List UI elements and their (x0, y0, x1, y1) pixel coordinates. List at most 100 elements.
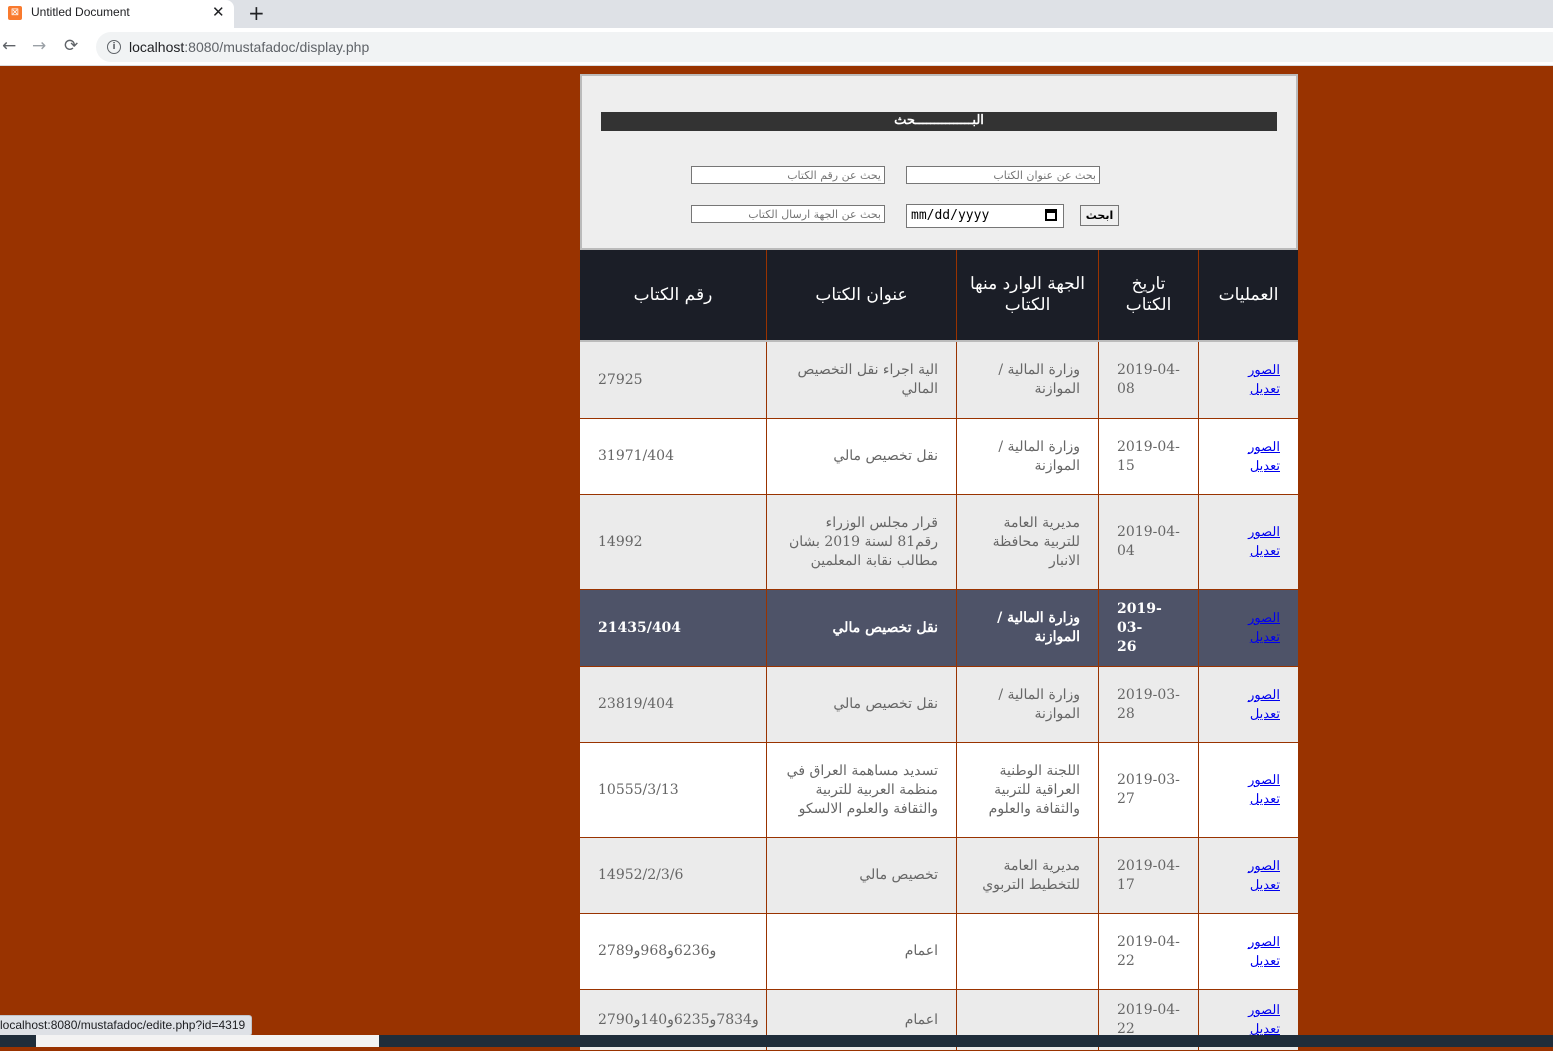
table-row: الصور تعديل 2019-03- 27 اللجنة الوطنية العرا… (580, 743, 1298, 838)
taskbar-search-box[interactable] (36, 1035, 379, 1047)
header-date: تاريخ الكتاب (1098, 250, 1198, 340)
date-cell: 2019-03- 27 (1098, 743, 1198, 837)
title-cell: اعمام (766, 914, 956, 989)
date-cell: 2019-04- 04 (1098, 495, 1198, 589)
windows-taskbar (0, 1035, 1553, 1047)
url-host: localhost (129, 39, 185, 55)
date-placeholder: mm/dd/yyyy (911, 208, 990, 223)
table-row: الصور تعديل 2019-04- 08 وزارة المالية / المو… (580, 342, 1298, 419)
operations-cell: الصور تعديل (1198, 914, 1298, 989)
date-part-1: 2019-04- (1117, 857, 1180, 874)
date-cell: 2019-03- 26 (1098, 590, 1198, 666)
date-part-2: 28 (1117, 705, 1135, 722)
operations-cell: الصور تعديل (1198, 419, 1298, 494)
date-cell: 2019-04- 15 (1098, 419, 1198, 494)
search-title-input[interactable] (906, 166, 1100, 184)
edit-link[interactable]: تعديل (1250, 457, 1280, 476)
date-cell: 2019-04- 22 (1098, 914, 1198, 989)
table-row: الصور تعديل 2019-03- 26 وزارة المالية / المو… (580, 590, 1298, 667)
images-link[interactable]: الصور (1248, 933, 1280, 952)
date-part-2: 15 (1117, 457, 1135, 474)
date-part-2: 22 (1117, 952, 1135, 969)
search-sender-input[interactable] (691, 205, 885, 223)
title-cell: تخصيص مالي (766, 838, 956, 913)
edit-link[interactable]: تعديل (1250, 952, 1280, 971)
header-source: الجهة الوارد منها الكتاب (956, 250, 1098, 340)
date-part-2: 26 (1117, 638, 1137, 655)
edit-link[interactable]: تعديل (1250, 628, 1280, 647)
tab-title: Untitled Document (31, 5, 130, 19)
documents-table: العمليات تاريخ الكتاب الجهة الوارد منها … (580, 250, 1298, 1051)
date-part-1: 2019-04- (1117, 933, 1180, 950)
browser-tabstrip: ⊠ Untitled Document ✕ + (0, 0, 1553, 28)
reload-icon[interactable]: ⟳ (64, 36, 78, 56)
header-operations: العمليات (1198, 250, 1298, 340)
images-link[interactable]: الصور (1248, 686, 1280, 705)
edit-link[interactable]: تعديل (1250, 380, 1280, 399)
images-link[interactable]: الصور (1248, 609, 1280, 628)
images-link[interactable]: الصور (1248, 523, 1280, 542)
search-button[interactable]: ابحث (1080, 205, 1119, 226)
title-cell: نقل تخصيص مالي (766, 419, 956, 494)
back-arrow-icon[interactable]: ← (2, 36, 16, 56)
edit-link[interactable]: تعديل (1250, 876, 1280, 895)
url-text[interactable]: localhost:8080/mustafadoc/display.php (129, 39, 369, 55)
edit-link[interactable]: تعديل (1250, 542, 1280, 561)
info-icon[interactable]: i (107, 40, 121, 54)
calendar-icon[interactable] (1045, 209, 1057, 221)
operations-cell: الصور تعديل (1198, 838, 1298, 913)
images-link[interactable]: الصور (1248, 771, 1280, 790)
table-row: الصور تعديل 2019-03- 28 وزارة المالية / المو… (580, 667, 1298, 743)
table-header-row: العمليات تاريخ الكتاب الجهة الوارد منها … (580, 250, 1298, 340)
operations-cell: الصور تعديل (1198, 342, 1298, 418)
source-cell: وزارة المالية / الموازنة (956, 419, 1098, 494)
operations-cell: الصور تعديل (1198, 495, 1298, 589)
source-cell: اللجنة الوطنية العراقية للتربية والثقافة… (956, 743, 1098, 837)
date-part-2: 17 (1117, 876, 1135, 893)
source-cell: مديرية العامة للتربية محافظة الانبار (956, 495, 1098, 589)
operations-cell: الصور تعديل (1198, 667, 1298, 742)
tab-close-icon[interactable]: ✕ (212, 3, 225, 21)
table-body: الصور تعديل 2019-04- 08 وزارة المالية / المو… (580, 342, 1298, 1051)
source-cell: وزارة المالية / الموازنة (956, 667, 1098, 742)
date-part-1: 2019-04- (1117, 362, 1180, 378)
url-path: :8080/mustafadoc/display.php (184, 39, 370, 55)
table-row: الصور تعديل 2019-04- 17 مديرية العامة للتخطي… (580, 838, 1298, 914)
date-cell: 2019-04- 17 (1098, 838, 1198, 913)
number-cell: 14992 (598, 533, 643, 550)
header-title: عنوان الكتاب (766, 250, 956, 340)
search-title: البـــــــــــــــحث (601, 112, 1277, 131)
table-row: الصور تعديل 2019-04- 15 وزارة المالية / المو… (580, 419, 1298, 495)
title-cell: تسديد مساهمة العراق في منظمة العربية للت… (766, 743, 956, 837)
search-date-input[interactable]: mm/dd/yyyy (906, 204, 1064, 228)
search-number-input[interactable] (691, 166, 885, 184)
number-cell: 23819/404 (598, 696, 674, 712)
header-number: رقم الكتاب (633, 284, 713, 305)
date-part-1: 2019-03- (1117, 600, 1162, 636)
address-bar[interactable]: i localhost:8080/mustafadoc/display.php (96, 32, 1553, 62)
new-tab-button[interactable]: + (248, 1, 265, 25)
date-part-2: 04 (1117, 543, 1135, 559)
edit-link[interactable]: تعديل (1250, 790, 1280, 809)
table-row: الصور تعديل 2019-04- 04 مديرية العامة للتربي… (580, 495, 1298, 590)
forward-arrow-icon[interactable]: → (32, 36, 46, 56)
browser-tab[interactable]: ⊠ Untitled Document ✕ (0, 0, 234, 28)
operations-cell: الصور تعديل (1198, 743, 1298, 837)
date-part-1: 2019-04- (1117, 1002, 1180, 1018)
browser-toolbar: ← → ⟳ i localhost:8080/mustafadoc/displa… (0, 28, 1553, 66)
images-link[interactable]: الصور (1248, 361, 1280, 380)
images-link[interactable]: الصور (1248, 1001, 1280, 1020)
date-part-2: 27 (1117, 791, 1135, 807)
source-cell: وزارة المالية / الموازنة (956, 342, 1098, 418)
date-cell: 2019-04- 08 (1098, 342, 1198, 418)
source-cell: وزارة المالية / الموازنة (956, 590, 1098, 666)
date-part-1: 2019-03- (1117, 772, 1180, 788)
images-link[interactable]: الصور (1248, 857, 1280, 876)
images-link[interactable]: الصور (1248, 438, 1280, 457)
search-panel: البـــــــــــــــحث mm/dd/yyyy ابحث (580, 74, 1298, 250)
number-cell: 21435/404 (598, 619, 682, 636)
edit-link[interactable]: تعديل (1250, 705, 1280, 724)
source-cell (956, 914, 1098, 989)
source-cell: مديرية العامة للتخطيط التربوي (956, 838, 1098, 913)
date-part-1: 2019-03- (1117, 686, 1180, 703)
